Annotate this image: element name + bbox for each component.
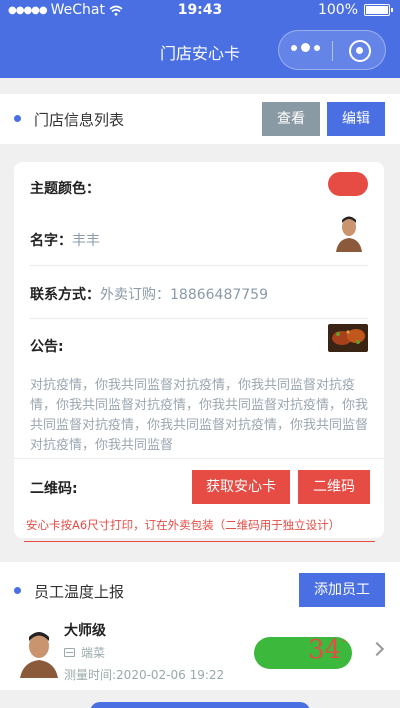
employee-name: 大师级 [64, 623, 106, 639]
temperature-value: 34 [308, 635, 342, 665]
notice-label: 公告: [30, 339, 64, 355]
bottom-action-button[interactable] [90, 702, 310, 708]
battery-icon [364, 4, 393, 16]
temperature-unit: ° [342, 639, 347, 649]
id-card-icon [64, 648, 75, 657]
temperature-badge: 34 ° [254, 635, 352, 669]
edit-button[interactable]: 编辑 [327, 102, 385, 136]
theme-color-swatch[interactable] [328, 172, 368, 196]
battery-group: 100% [317, 2, 393, 18]
top-bar: ●●●●● WeChat 19:43 100% 门店安心卡 [0, 0, 400, 78]
status-bar: ●●●●● WeChat 19:43 100% [0, 0, 400, 22]
section-dot-icon [14, 115, 21, 122]
add-employee-button[interactable]: 添加员工 [299, 573, 385, 607]
measure-time: 测量时间:2020-02-06 19:22 [64, 668, 225, 682]
notice-image [328, 324, 368, 352]
section-dot-icon [14, 587, 21, 594]
store-info-card: 主题颜色： 名字：丰丰 联系方式：外卖订购：18866487759 公告: 对抗… [14, 162, 384, 538]
staff-section: 员工温度上报 添加员工 大师级 端菜 测量时间:2020-02-06 19:22… [0, 562, 400, 690]
divider [30, 265, 368, 266]
close-icon[interactable] [349, 40, 371, 62]
store-section-header: 门店信息列表 查看 编辑 [0, 94, 400, 144]
view-button[interactable]: 查看 [262, 102, 320, 136]
notice-text: 对抗疫情，你我共同监督对抗疫情，你我共同监督对抗疫情，你我共同监督对抗疫情，你我… [30, 378, 369, 453]
store-section-title: 门店信息列表 [34, 111, 125, 129]
qr-label: 二维码: [30, 481, 78, 497]
store-avatar [336, 214, 362, 252]
more-menu-icon[interactable] [291, 43, 320, 52]
name-label: 名字： [30, 233, 72, 249]
tip-underline [24, 541, 375, 542]
contact-row: 联系方式：外卖订购：18866487759 [30, 284, 368, 304]
name-value: 丰丰 [72, 233, 100, 249]
employee-role-label: 端菜 [81, 646, 106, 660]
divider [30, 318, 368, 319]
capsule-divider [332, 41, 333, 61]
print-tip: 安心卡按A6尺寸打印，订在外卖包装（二维码用于独立设计） [26, 518, 341, 532]
battery-percent: 100% [317, 2, 358, 18]
miniprogram-capsule [278, 30, 386, 70]
contact-value: 外卖订购：18866487759 [100, 287, 268, 303]
employee-role: 端菜 [64, 644, 105, 661]
qr-code-button[interactable]: 二维码 [298, 470, 370, 504]
get-card-button[interactable]: 获取安心卡 [192, 470, 290, 504]
theme-row: 主题颜色： [30, 172, 368, 198]
contact-label: 联系方式： [30, 287, 100, 303]
staff-section-title: 员工温度上报 [34, 583, 125, 601]
employee-avatar [20, 628, 58, 678]
divider [14, 458, 384, 459]
chevron-right-icon[interactable] [369, 641, 385, 657]
theme-label: 主题颜色： [30, 181, 100, 197]
notice-row: 公告: [30, 324, 368, 356]
name-row: 名字：丰丰 [30, 214, 368, 252]
